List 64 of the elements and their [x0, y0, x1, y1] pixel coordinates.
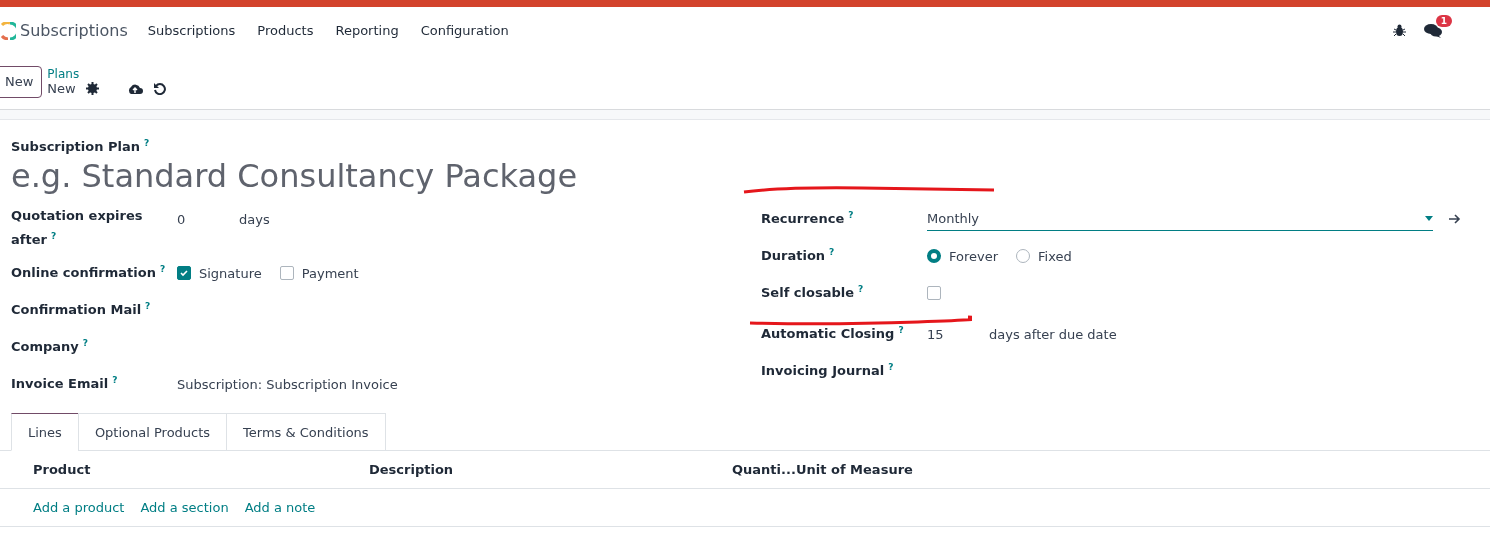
arrow-icon[interactable] [1449, 214, 1461, 224]
field-label: Quotation expires after $^{?}$ [11, 207, 143, 248]
bug-icon[interactable] [1393, 24, 1406, 37]
field-label: Recurrence $^{?}$ [761, 209, 854, 227]
add-link[interactable]: Add a product [33, 500, 125, 515]
option-label: Fixed [1038, 248, 1072, 264]
app-logo-icon[interactable] [0, 21, 16, 40]
tab[interactable]: Optional Products [77, 413, 228, 451]
column-header[interactable]: Description [369, 462, 732, 477]
field-label: Invoicing Journal $^{?}$ [761, 361, 894, 379]
app-name[interactable]: Subscriptions [20, 21, 128, 40]
field-label: Confirmation Mail $^{?}$ [11, 300, 151, 318]
menu-item[interactable]: Configuration [420, 23, 509, 38]
field-label: Online confirmation $^{?}$ [11, 263, 166, 281]
settings-icon[interactable] [85, 82, 99, 95]
unit-text: days after due date [989, 326, 1117, 342]
help-mark[interactable]: ? [82, 338, 89, 348]
record-name: New [47, 81, 76, 96]
help-mark[interactable]: ? [858, 284, 864, 294]
help-mark[interactable]: ? [143, 137, 150, 148]
radio-button[interactable] [927, 249, 941, 263]
column-header[interactable]: Quanti... [732, 462, 796, 477]
field-label: Invoice Email $^{?}$ [11, 374, 118, 392]
option-label: Payment [301, 265, 359, 281]
help-mark[interactable]: ? [848, 210, 854, 220]
unit-text: days [239, 211, 270, 227]
help-mark[interactable]: ? [898, 325, 904, 335]
check-icon [179, 268, 189, 278]
help-mark[interactable]: ? [145, 301, 151, 311]
column-header[interactable]: Unit of Measure [796, 462, 996, 477]
menu-item[interactable]: Products [257, 23, 314, 38]
chat-icon[interactable] [1424, 23, 1442, 38]
help-mark[interactable]: ? [888, 362, 894, 372]
recurrence-select[interactable]: Monthly [927, 207, 1433, 231]
checkbox[interactable] [177, 266, 191, 280]
field-value[interactable]: Subscription: Subscription Invoice [177, 376, 398, 392]
option-label: Signature [199, 265, 262, 281]
column-header[interactable]: Product [33, 462, 369, 477]
menu-item[interactable]: Reporting [335, 23, 399, 38]
checkbox[interactable] [279, 266, 294, 280]
checkbox[interactable] [927, 286, 941, 300]
field-label: Self closable $^{?}$ [761, 283, 864, 301]
undo-icon[interactable] [152, 82, 166, 95]
field-label: Duration $^{?}$ [761, 246, 835, 264]
message-count-badge: 1 [1435, 15, 1452, 27]
option-label: Forever [949, 248, 999, 264]
number-value[interactable]: 0 [177, 211, 231, 227]
cloud-upload-icon[interactable] [126, 82, 143, 95]
number-value[interactable]: 15 [927, 326, 981, 342]
new-button[interactable]: New [0, 65, 43, 98]
field-label: Subscription Plan $^{?}$ [11, 139, 150, 154]
field-label: Automatic Closing $^{?}$ [761, 324, 904, 342]
breadcrumb-link[interactable]: Plans [47, 67, 166, 81]
caret-icon [1425, 216, 1433, 221]
tab[interactable]: Lines [11, 413, 79, 451]
help-mark[interactable]: ? [50, 231, 57, 241]
help-mark[interactable]: ? [159, 264, 166, 274]
help-mark[interactable]: ? [829, 247, 835, 257]
tab[interactable]: Terms & Conditions [226, 413, 386, 451]
add-link[interactable]: Add a note [244, 500, 316, 515]
menu-item[interactable]: Subscriptions [147, 23, 236, 38]
add-link[interactable]: Add a section [140, 500, 229, 515]
help-mark[interactable]: ? [112, 375, 118, 385]
field-label: Company $^{?}$ [11, 337, 89, 355]
